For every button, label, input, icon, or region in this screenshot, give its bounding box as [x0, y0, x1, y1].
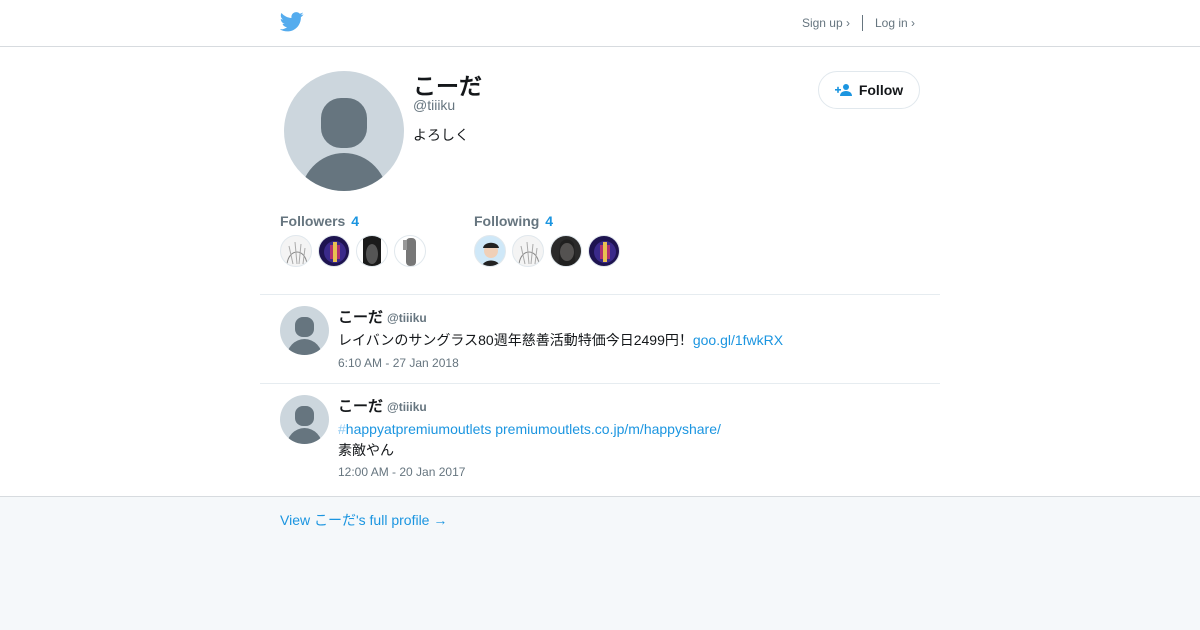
tweet-avatar[interactable] [280, 306, 329, 355]
tweet-author-name: こーだ [338, 398, 384, 415]
tweet-author[interactable]: こーだ @tiiiku [338, 395, 427, 416]
tweet-author[interactable]: こーだ @tiiiku [338, 306, 427, 327]
tweet-avatar[interactable] [280, 395, 329, 444]
profile-bio: よろしく [413, 127, 469, 143]
auth-nav: Sign up › Log in › [802, 15, 915, 31]
tweet-author-handle: @tiiiku [387, 400, 427, 414]
follower-avatar[interactable] [318, 235, 350, 267]
tweet[interactable]: こーだ @tiiiku #happyatpremiumoutlets premiu… [280, 395, 920, 485]
nav-divider [861, 15, 863, 31]
sign-up-link[interactable]: Sign up › [802, 16, 850, 30]
section-divider [260, 294, 940, 295]
top-bar: Sign up › Log in › [0, 0, 1200, 47]
tweet-text: レイバンのサングラス80週年慈善活動特価今日2499円！goo.gl/1fwkR… [338, 330, 783, 351]
tweet-timestamp[interactable]: 12:00 AM - 20 Jan 2017 [338, 465, 465, 479]
profile-name: こーだ [413, 73, 482, 99]
following-avatar[interactable] [474, 235, 506, 267]
following-label: Following [474, 213, 540, 229]
profile-card: こーだ @tiiiku よろしく Follow Followers 4 Foll… [0, 47, 1200, 497]
follower-avatar[interactable] [280, 235, 312, 267]
followers-count: 4 [351, 213, 360, 229]
following-avatars [474, 235, 626, 267]
default-avatar-icon [300, 98, 388, 191]
hashtag-link[interactable]: #happyatpremiumoutlets [338, 421, 491, 437]
default-avatar-icon [286, 317, 323, 355]
twitter-bird-icon[interactable] [280, 11, 304, 33]
followers-stat[interactable]: Followers 4 [280, 213, 359, 229]
tweet-divider [260, 383, 940, 384]
follower-avatar[interactable] [394, 235, 426, 267]
hash-symbol: # [338, 421, 346, 437]
followers-avatars [280, 235, 432, 267]
follow-button-label: Follow [858, 82, 904, 98]
default-avatar-icon [286, 406, 323, 444]
hashtag-text: happyatpremiumoutlets [345, 421, 492, 437]
view-full-profile-link[interactable]: View こーだ's full profile → [280, 510, 447, 530]
add-user-icon [834, 84, 852, 96]
tweet-body: レイバンのサングラス80週年慈善活動特価今日2499円！ [338, 332, 693, 348]
tweet-body: 素敵やん [338, 442, 394, 458]
following-stat[interactable]: Following 4 [474, 213, 553, 229]
tweet-author-name: こーだ [338, 309, 384, 326]
follow-button[interactable]: Follow [818, 71, 920, 109]
follower-avatar[interactable] [356, 235, 388, 267]
following-avatar[interactable] [512, 235, 544, 267]
following-avatar[interactable] [550, 235, 582, 267]
profile-handle: @tiiiku [413, 97, 456, 113]
tweet-timestamp[interactable]: 6:10 AM - 27 Jan 2018 [338, 356, 459, 370]
profile-avatar[interactable] [284, 71, 404, 191]
tweet-link[interactable]: premiumoutlets.co.jp/m/happyshare/ [495, 421, 721, 437]
following-avatar[interactable] [588, 235, 620, 267]
tweet-link[interactable]: goo.gl/1fwkRX [693, 332, 783, 348]
following-count: 4 [545, 213, 554, 229]
tweet[interactable]: こーだ @tiiiku レイバンのサングラス80週年慈善活動特価今日2499円！g… [280, 306, 920, 376]
tweet-text: #happyatpremiumoutlets premiumoutlets.co… [338, 419, 721, 461]
followers-label: Followers [280, 213, 346, 229]
tweet-author-handle: @tiiiku [387, 311, 427, 325]
log-in-link[interactable]: Log in › [875, 16, 915, 30]
